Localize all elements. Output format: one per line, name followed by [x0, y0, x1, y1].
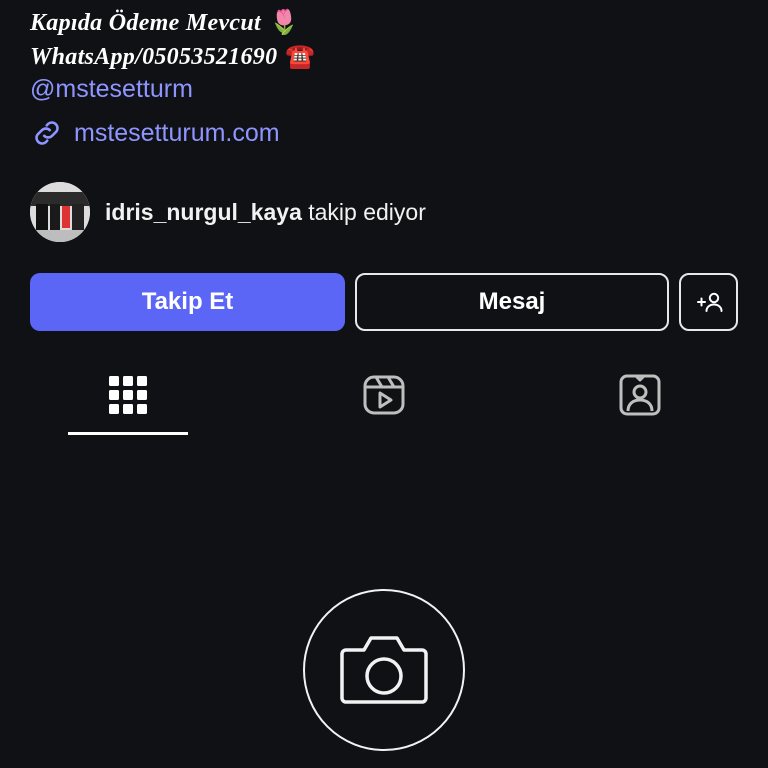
suggest-people-button[interactable] — [679, 273, 738, 331]
follow-button[interactable]: Takip Et — [30, 273, 345, 331]
follower-username[interactable]: idris_nurgul_kaya — [105, 199, 302, 225]
followed-by-text: idris_nurgul_kaya takip ediyor — [105, 199, 426, 226]
followed-by-suffix: takip ediyor — [308, 198, 426, 225]
avatar[interactable] — [30, 182, 90, 242]
camera-icon — [340, 636, 428, 704]
grid-icon — [109, 376, 147, 414]
followed-by-row[interactable]: idris_nurgul_kaya takip ediyor — [30, 182, 426, 242]
bio-delivery-line: Kapıda Ödeme Mevcut 🌷 — [30, 8, 299, 37]
tab-tagged[interactable] — [615, 370, 665, 420]
reels-icon — [363, 375, 405, 415]
add-person-icon — [696, 292, 722, 312]
bio-whatsapp-text: WhatsApp/05053521690 — [30, 44, 278, 70]
tab-posts-grid[interactable] — [103, 370, 153, 420]
telephone-emoji-icon: ☎️ — [285, 44, 316, 70]
tulip-emoji-icon: 🌷 — [269, 10, 300, 36]
bio-website-link[interactable]: mstesetturum.com — [30, 116, 280, 150]
bio-mention-link[interactable]: @mstesetturm — [30, 75, 193, 104]
bio-whatsapp-line: WhatsApp/05053521690 ☎️ — [30, 42, 316, 71]
bio-delivery-text: Kapıda Ödeme Mevcut — [30, 10, 261, 36]
active-tab-indicator — [68, 432, 188, 435]
website-link-text: mstesetturum.com — [74, 118, 280, 147]
tab-reels[interactable] — [359, 370, 409, 420]
message-button[interactable]: Mesaj — [355, 273, 669, 331]
tagged-icon — [619, 374, 661, 416]
empty-posts-placeholder — [303, 589, 465, 751]
link-icon — [35, 121, 59, 145]
